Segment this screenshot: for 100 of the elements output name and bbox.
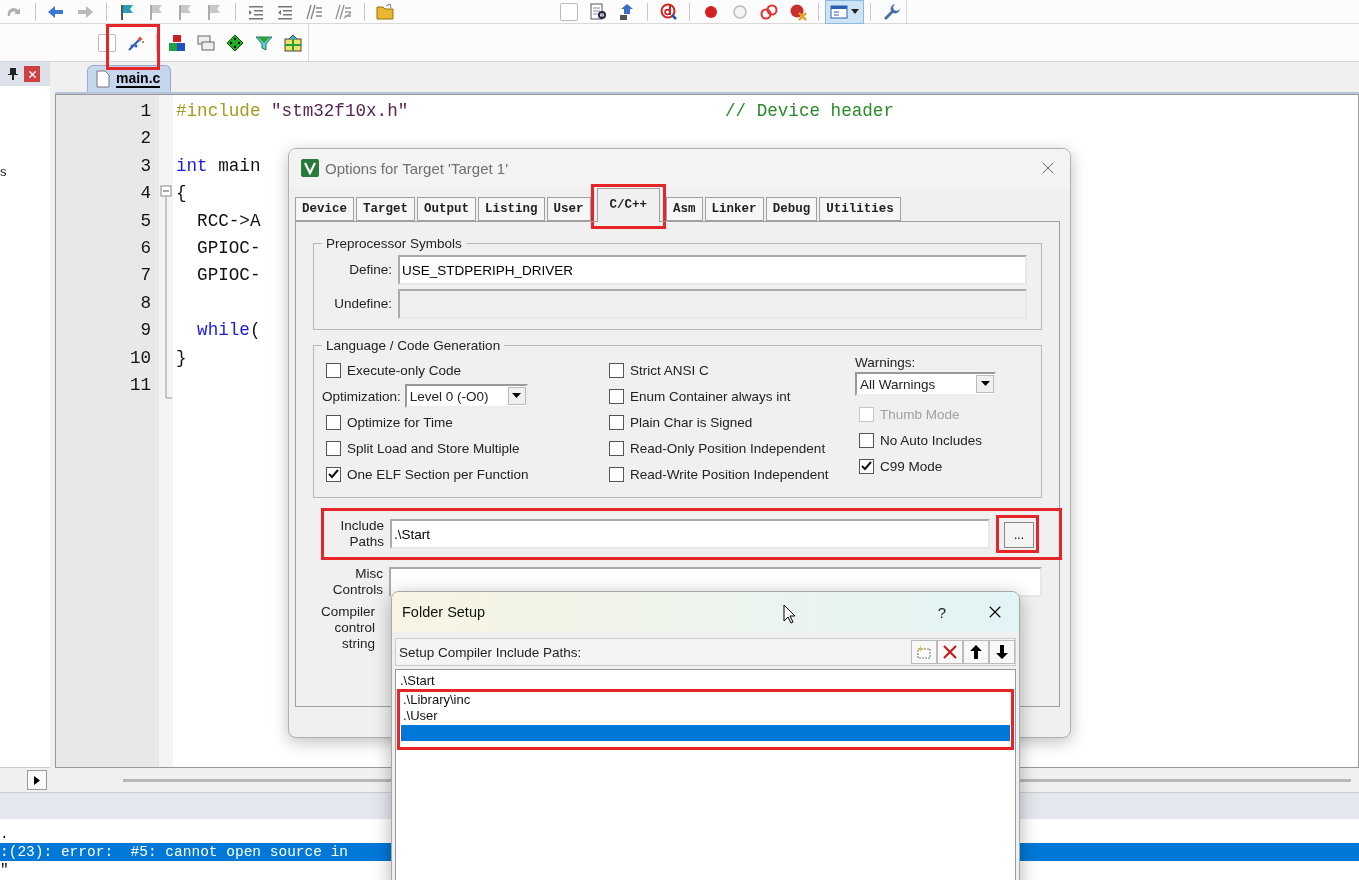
window-icon[interactable] <box>830 2 849 21</box>
dialog-title: Folder Setup <box>402 604 486 620</box>
path-item[interactable] <box>401 724 1010 741</box>
checkbox-label: Read-Only Position Independent <box>630 440 826 456</box>
path-item[interactable]: .\Start <box>398 673 1013 690</box>
group-title: Preprocessor Symbols <box>325 236 463 251</box>
folder-icon[interactable] <box>376 2 395 21</box>
move-down-button[interactable] <box>989 640 1015 664</box>
group-title: Language / Code Generation <box>325 338 502 353</box>
checkbox-label: Execute-only Code <box>347 362 462 378</box>
line-number: 10 <box>128 346 152 370</box>
delete-icon <box>943 645 957 659</box>
checkbox[interactable] <box>609 440 624 456</box>
list-header: Setup Compiler Include Paths: <box>399 644 583 660</box>
tab[interactable]: Target <box>356 197 416 221</box>
input-field[interactable]: .\Start <box>390 519 990 549</box>
delete-button[interactable] <box>937 640 963 664</box>
comment-lines-icon[interactable] <box>305 2 324 21</box>
new-folder-icon <box>916 645 932 659</box>
input-field[interactable]: USE_STDPERIPH_DRIVER <box>398 255 1027 285</box>
mouse-pointer-icon <box>783 604 797 624</box>
field-label: Define: <box>348 262 392 278</box>
code-text: } <box>176 346 187 370</box>
code-text: { <box>176 182 187 206</box>
stacked-windows-icon[interactable] <box>197 33 216 52</box>
blocks-icon[interactable] <box>168 33 187 52</box>
field-label: Misc Controls <box>331 566 383 598</box>
checkbox[interactable] <box>326 440 341 456</box>
pin-icon[interactable] <box>8 68 18 80</box>
help-button[interactable]: ? <box>913 603 971 621</box>
wrench-icon[interactable] <box>882 2 901 21</box>
line-number: 11 <box>128 373 152 397</box>
tab[interactable]: Utilities <box>819 197 901 221</box>
checkbox-label: Thumb Mode <box>880 406 960 422</box>
checkbox-label: Strict ANSI C <box>630 362 709 378</box>
checkbox-label: C99 Mode <box>880 458 943 474</box>
code-text: int <box>176 154 208 178</box>
field-label: Optimization: <box>322 388 401 404</box>
checkbox-label: Read-Write Position Independent <box>630 466 829 482</box>
diamond-icon[interactable] <box>226 33 245 52</box>
checkbox[interactable] <box>609 362 624 378</box>
linked-circles-icon[interactable] <box>759 2 778 21</box>
document-icon <box>96 70 110 88</box>
checkbox-label: Split Load and Store Multiple <box>347 440 520 456</box>
checkbox[interactable] <box>609 466 624 482</box>
window-layout-button[interactable] <box>825 0 865 24</box>
line-number: 1 <box>139 100 152 123</box>
checkbox-label: Plain Char is Signed <box>630 414 753 430</box>
code-text: "stm32f10x.h" <box>270 100 409 123</box>
tab[interactable]: C/C++ <box>596 188 661 222</box>
checkbox[interactable] <box>609 414 624 430</box>
close-icon <box>26 68 38 80</box>
checkbox[interactable] <box>326 362 341 378</box>
checkbox[interactable] <box>326 466 341 482</box>
checkbox[interactable] <box>859 432 874 448</box>
field-label: Warnings: <box>855 354 916 370</box>
line-number: 8 <box>139 291 152 315</box>
find-in-files-icon[interactable] <box>588 2 607 21</box>
code-text: GPIOC- <box>196 264 261 288</box>
tree-item-text: s <box>0 164 7 179</box>
tab[interactable]: Output <box>417 197 477 221</box>
tab[interactable]: Linker <box>704 197 764 221</box>
checkbox[interactable] <box>326 414 341 430</box>
grid-icon[interactable] <box>284 33 303 52</box>
down-arrow-icon <box>996 645 1008 659</box>
app-logo-icon <box>301 159 319 177</box>
breakpoint-remove-icon[interactable] <box>788 2 807 21</box>
scroll-right-button[interactable] <box>27 770 47 790</box>
caret-icon <box>512 393 522 399</box>
close-button[interactable] <box>24 66 40 82</box>
path-item[interactable]: .\Library\inc <box>401 691 1010 708</box>
up-arrow-icon <box>970 645 982 659</box>
line-number: 7 <box>139 264 152 288</box>
file-tab[interactable]: main.c <box>87 65 172 92</box>
checkbox-label: No Auto Includes <box>880 432 983 448</box>
debug-icon[interactable] <box>659 2 678 21</box>
caret-icon <box>980 381 990 387</box>
tab[interactable]: Listing <box>478 197 545 221</box>
code-text: main <box>217 154 261 178</box>
dropdown[interactable]: Level 0 (-O0) <box>404 384 528 408</box>
path-item[interactable]: .\User <box>401 708 1010 725</box>
tab[interactable]: Device <box>295 197 354 221</box>
line-number: 4 <box>139 182 152 206</box>
move-up-button[interactable] <box>963 640 989 664</box>
funnel-icon[interactable] <box>255 33 274 52</box>
right-arrow-icon <box>34 775 40 785</box>
code-text: #include <box>176 100 261 123</box>
field-label: Compiler control string <box>320 604 375 652</box>
tab[interactable]: Debug <box>765 197 818 221</box>
checkbox[interactable] <box>609 388 624 404</box>
checkbox[interactable] <box>859 458 874 474</box>
uncomment-lines-icon[interactable] <box>334 2 353 21</box>
code-text: GPIOC- <box>196 236 261 260</box>
tab[interactable]: User <box>546 197 591 221</box>
checkbox-label: Enum Container always int <box>630 388 791 404</box>
browse-button[interactable]: ... <box>1004 522 1034 548</box>
checkbox-label: Optimize for Time <box>347 414 453 430</box>
dropdown[interactable]: All Warnings <box>855 372 996 396</box>
tab[interactable]: Asm <box>666 197 703 221</box>
line-number: 6 <box>139 236 152 260</box>
